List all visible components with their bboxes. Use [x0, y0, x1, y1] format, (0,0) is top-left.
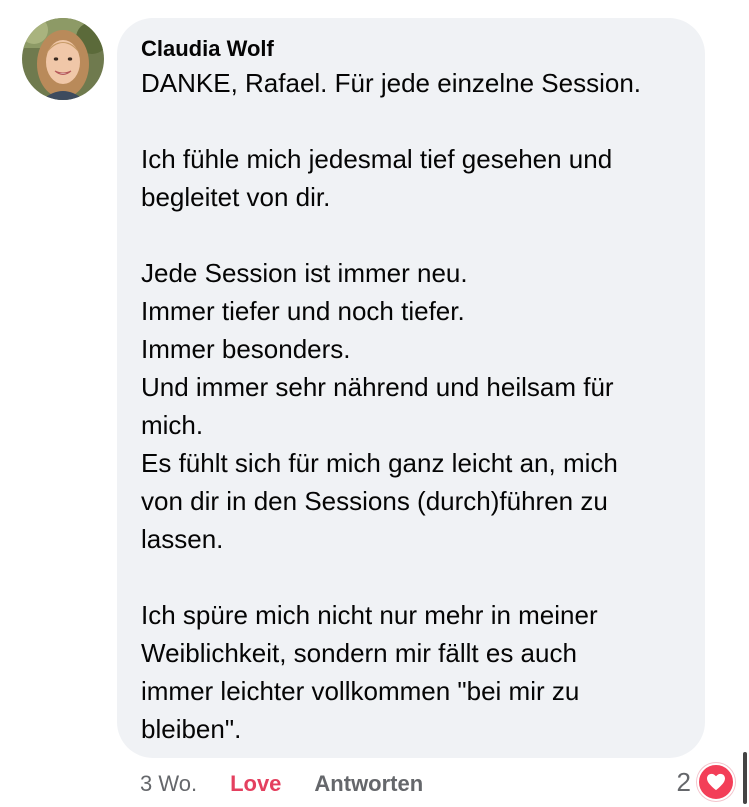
- comment-line: immer leichter vollkommen "bei mir zu: [141, 676, 580, 706]
- comment-bubble: Claudia Wolf DANKE, Rafael. Für jede ein…: [117, 18, 705, 758]
- comment-line: DANKE, Rafael. Für jede einzelne Session…: [141, 68, 642, 98]
- comment-timestamp[interactable]: 3 Wo.: [140, 771, 197, 797]
- comment-paragraph: Ich fühle mich jedesmal tief gesehen und…: [141, 140, 681, 216]
- reaction-count: 2: [676, 766, 691, 797]
- love-button[interactable]: Love: [230, 771, 281, 797]
- comment-line: Ich spüre mich nicht nur mehr in meiner: [141, 600, 598, 630]
- comment-line: Jede Session ist immer neu.: [141, 258, 468, 288]
- comment-line: bleiben".: [141, 714, 242, 744]
- avatar-image: [22, 18, 104, 100]
- comment-paragraph: DANKE, Rafael. Für jede einzelne Session…: [141, 64, 681, 102]
- heart-icon: [697, 763, 735, 801]
- reaction-summary[interactable]: 2: [677, 763, 735, 801]
- comment-line: Ich fühle mich jedesmal tief gesehen und: [141, 144, 613, 174]
- comment-line: Weiblichkeit, sondern mir fällt es auch: [141, 638, 577, 668]
- comment-paragraph: Jede Session ist immer neu. Immer tiefer…: [141, 254, 681, 558]
- comment-actions: 3 Wo. Love Antworten: [140, 767, 423, 801]
- comment-line: lassen.: [141, 524, 224, 554]
- comment-author[interactable]: Claudia Wolf: [141, 35, 681, 63]
- comment-line: Und immer sehr nährend und heilsam für: [141, 372, 614, 402]
- reply-button[interactable]: Antworten: [314, 771, 423, 797]
- comment-line: begleitet von dir.: [141, 182, 331, 212]
- comment-line: von dir in den Sessions (durch)führen zu: [141, 486, 608, 516]
- comment-paragraph: Ich spüre mich nicht nur mehr in meiner …: [141, 596, 681, 748]
- comment-line: mich.: [141, 410, 204, 440]
- scrollbar[interactable]: [743, 752, 747, 804]
- avatar[interactable]: [22, 18, 104, 100]
- comment-line: Immer besonders.: [141, 334, 351, 364]
- comment-text: DANKE, Rafael. Für jede einzelne Session…: [141, 64, 681, 748]
- comment-line: Es fühlt sich für mich ganz leicht an, m…: [141, 448, 618, 478]
- comment-line: Immer tiefer und noch tiefer.: [141, 296, 465, 326]
